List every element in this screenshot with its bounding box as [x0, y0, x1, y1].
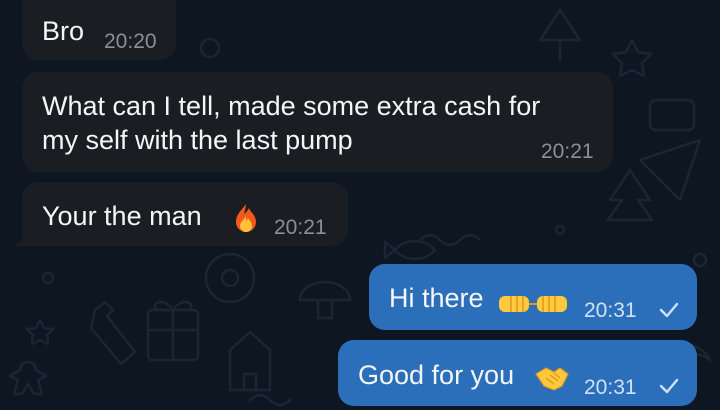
bubble-tail — [12, 234, 28, 246]
message-time: 20:31 — [584, 299, 637, 322]
message-text: Hi there — [389, 283, 484, 313]
message-text-line: What can I tell, made some extra cash fo… — [42, 91, 541, 121]
message-text: Your the man — [42, 201, 202, 231]
sent-check-icon — [659, 378, 679, 394]
message-text: Good for you — [358, 360, 515, 390]
message-time: 20:21 — [541, 140, 594, 163]
fist-bump-emoji — [499, 296, 567, 312]
outgoing-message-bubble[interactable]: Hi there 20:31 — [369, 264, 697, 330]
message-time: 20:31 — [584, 376, 637, 399]
message-time: 20:21 — [274, 216, 327, 239]
fire-emoji — [236, 204, 256, 232]
message-text-line: my self with the last pump — [42, 125, 353, 155]
incoming-message-bubble[interactable]: Bro 20:20 — [22, 0, 176, 60]
handshake-emoji — [535, 367, 569, 391]
incoming-message-bubble[interactable]: Your the man 20:21 — [22, 182, 348, 246]
message-time: 20:20 — [104, 30, 157, 53]
sent-check-icon — [659, 302, 679, 318]
chat-screen: { "chat": { "messages": [ { "direction":… — [0, 0, 720, 410]
message-text: Bro — [42, 16, 85, 46]
outgoing-message-bubble[interactable]: Good for you 20:31 — [338, 340, 697, 406]
incoming-message-bubble[interactable]: What can I tell, made some extra cash fo… — [22, 72, 613, 172]
